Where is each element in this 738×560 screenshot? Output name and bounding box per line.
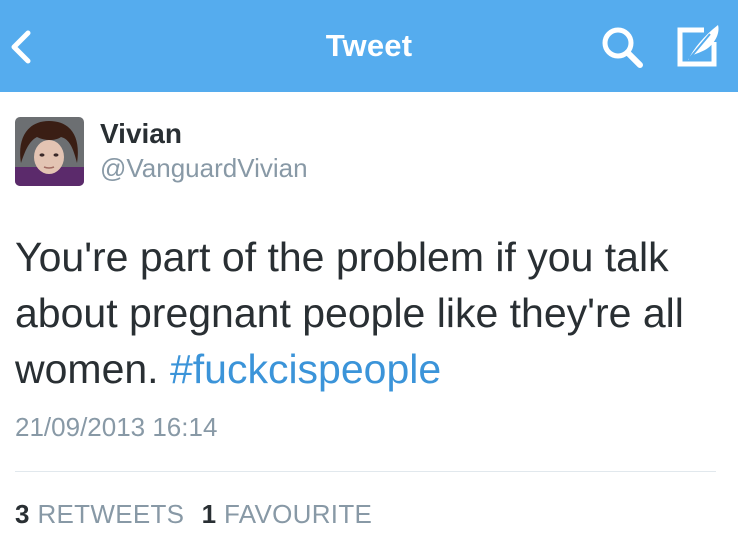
favourites-count: 1	[201, 499, 217, 529]
favourites-stat[interactable]: 1 FAVOURITE	[202, 499, 373, 530]
author-handle[interactable]: @VanguardVivian	[100, 153, 308, 184]
retweets-count: 3	[15, 499, 30, 529]
tweet-timestamp: 21/09/2013 16:14	[15, 412, 218, 442]
compose-tweet-icon	[677, 25, 719, 67]
search-icon	[602, 27, 643, 68]
retweets-stat[interactable]: 3 RETWEETS	[15, 499, 184, 530]
retweets-label: RETWEETS	[37, 499, 185, 529]
search-button[interactable]	[600, 26, 646, 70]
tweet-author: Vivian @VanguardVivian	[15, 117, 715, 187]
compose-tweet-button[interactable]	[674, 22, 722, 70]
tweet-text: You're part of the problem if you talk a…	[15, 229, 715, 397]
nav-bar: Tweet	[0, 0, 738, 92]
author-display-name[interactable]: Vivian	[100, 118, 182, 150]
hashtag-link[interactable]: #fuckcispeople	[170, 346, 441, 392]
avatar[interactable]	[15, 117, 84, 186]
divider	[15, 471, 716, 472]
avatar-image	[15, 117, 84, 186]
favourites-label: FAVOURITE	[224, 499, 373, 529]
tweet-stats: 3 RETWEETS 1 FAVOURITE	[15, 499, 382, 530]
